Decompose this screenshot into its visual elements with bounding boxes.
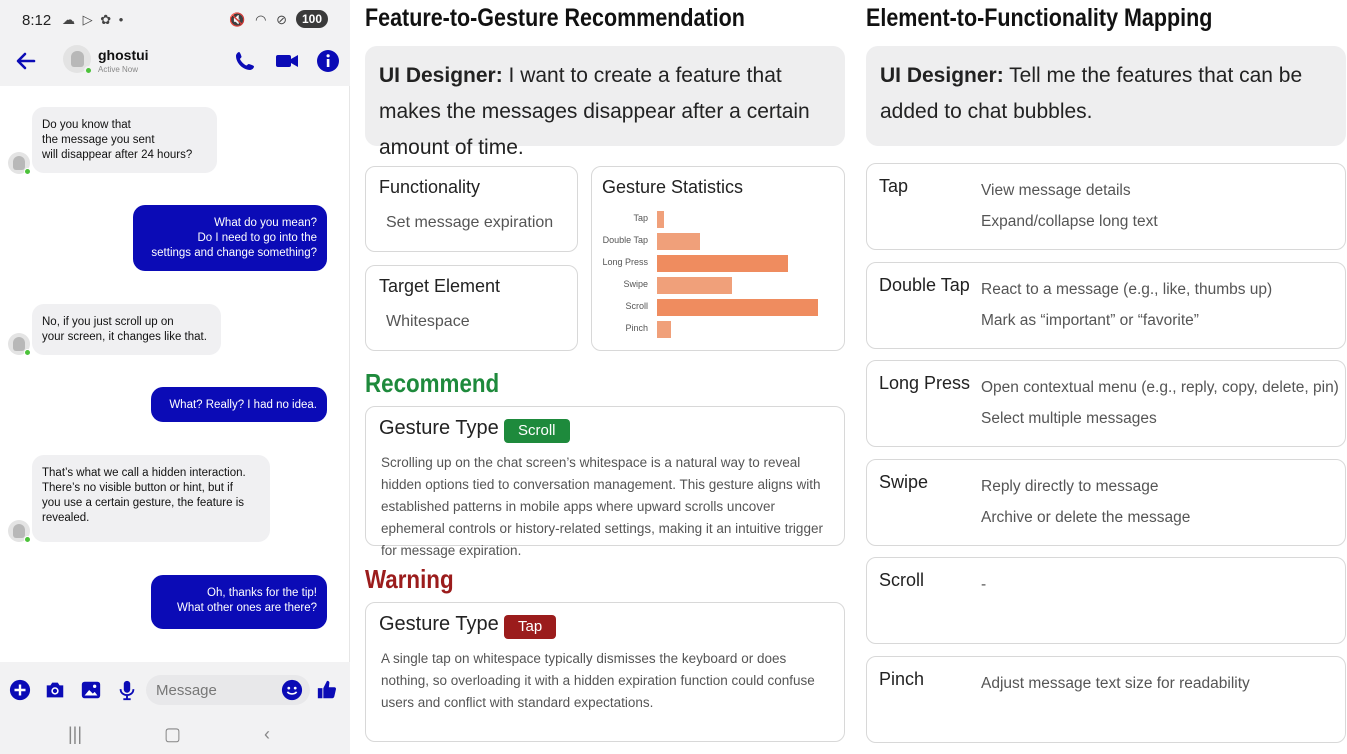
gesture-name: Scroll — [879, 570, 925, 590]
chart-tick-label: Long Press — [602, 257, 648, 267]
chart-bar — [657, 277, 732, 294]
feature-to-gesture-title: Feature-to-Gesture Recommendation — [365, 4, 745, 32]
recommend-gesture-badge: Scroll — [504, 419, 570, 443]
contact-avatar[interactable] — [63, 45, 93, 75]
gesture-name: Swipe — [879, 471, 929, 492]
ghost-avatar-icon — [13, 156, 25, 170]
gallery-icon[interactable] — [80, 679, 102, 701]
camera-icon[interactable] — [44, 679, 66, 701]
chart-bar — [657, 233, 701, 250]
video-call-icon[interactable] — [275, 49, 299, 73]
ghost-avatar-icon — [71, 51, 84, 67]
chart-tick-label: Swipe — [623, 279, 648, 289]
warning-gesture-badge: Tap — [504, 615, 557, 639]
functionality-title: Functionality — [379, 177, 481, 197]
battery-indicator: 100 — [295, 10, 328, 28]
target-element-value: Whitespace — [386, 313, 470, 330]
functionality-item: Archive or delete the message — [981, 508, 1191, 526]
functionality-item: React to a message (e.g., like, thumbs u… — [981, 280, 1273, 298]
message-bubble-incoming[interactable]: That’s what we call a hidden interaction… — [32, 455, 270, 542]
functionality-item: - — [981, 576, 987, 593]
gesture-statistics-title: Gesture Statistics — [602, 177, 744, 197]
warning-gesture-label: Gesture Type — [379, 613, 499, 635]
gesture-mapping-card: Tap View message details Expand/collapse l… — [866, 163, 1346, 250]
gesture-name: Double Tap — [879, 274, 970, 295]
contact-status: Active Now — [98, 65, 139, 74]
emoji-icon[interactable] — [281, 679, 303, 701]
recommend-card: Gesture Type Scroll Scrolling up on the … — [365, 406, 845, 558]
back-arrow-icon[interactable] — [14, 49, 38, 73]
ghost-avatar-icon — [13, 337, 25, 351]
gesture-mapping-card: Pinch Adjust message text size for readab… — [866, 655, 1346, 743]
sender-avatar — [8, 152, 31, 175]
gesture-mapping-card: Scroll - — [866, 557, 1346, 644]
functionality-item: Expand/collapse long text — [981, 213, 1158, 230]
warning-description: A single tap on whitespace typically dis… — [381, 651, 815, 710]
warning-card: Gesture Type Tap A single tap on whitesp… — [365, 602, 845, 742]
online-indicator — [24, 536, 31, 543]
gesture-name: Long Press — [879, 373, 971, 393]
recommend-heading: Recommend — [365, 368, 500, 398]
sender-avatar — [8, 333, 31, 356]
phone-call-icon[interactable] — [233, 49, 257, 73]
chart-bar — [657, 321, 672, 338]
contact-name[interactable]: ghostui — [98, 47, 149, 63]
online-indicator — [24, 349, 31, 356]
functionality-item: Reply directly to message — [981, 477, 1159, 495]
prompt-speaker: UI Designer: — [379, 64, 503, 87]
chart-bar — [657, 255, 788, 272]
designer-prompt-feature: UI Designer: I want to create a feature … — [365, 46, 845, 159]
chart-bar — [657, 211, 664, 228]
gesture-mapping-card: Long Press Open contextual menu (e.g., re… — [866, 360, 1346, 447]
target-element-title: Target Element — [379, 276, 501, 296]
recommend-description: Scrolling up on the chat screen’s whites… — [381, 455, 823, 558]
recommend-gesture-label: Gesture Type — [379, 417, 499, 439]
chat-header: ghostui Active Now — [0, 40, 350, 86]
functionality-card: Functionality Set message expiration — [365, 166, 578, 252]
functionality-item: Adjust message text size for readability — [981, 674, 1250, 692]
gesture-name: Pinch — [879, 668, 925, 689]
chart-tick-label: Scroll — [625, 301, 648, 311]
microphone-icon[interactable] — [116, 679, 138, 701]
system-status-icons: 🔇 ◠ ⊘ — [229, 12, 290, 27]
chart-tick-label: Double Tap — [602, 235, 648, 245]
designer-prompt-element: UI Designer: Tell me the features that c… — [866, 46, 1346, 146]
sender-avatar — [8, 520, 31, 543]
phone-screen: 8:12 ☁ ▷ ✿ • 🔇 ◠ ⊘ 100 ghostui Active No… — [0, 0, 350, 754]
message-bubble-incoming[interactable]: No, if you just scroll up on your screen… — [32, 304, 221, 355]
chart-tick-label: Tap — [633, 213, 648, 223]
status-bar: 8:12 ☁ ▷ ✿ • 🔇 ◠ ⊘ 100 — [0, 0, 350, 40]
info-icon[interactable] — [316, 49, 340, 73]
online-indicator — [24, 168, 31, 175]
message-bubble-outgoing[interactable]: What do you mean? Do I need to go into t… — [133, 205, 327, 271]
message-bubble-outgoing[interactable]: What? Really? I had no idea. — [151, 387, 327, 422]
status-time: 8:12 — [22, 12, 52, 29]
notification-icons: ☁ ▷ ✿ • — [62, 12, 126, 27]
functionality-value: Set message expiration — [386, 214, 554, 231]
system-nav-bar: ||| ▢ ‹ — [0, 720, 350, 754]
gesture-statistics-card: Gesture Statistics Tap Double Tap Long Pre… — [591, 166, 845, 351]
add-plus-icon[interactable] — [9, 679, 31, 701]
functionality-item: Mark as “important” or “favorite” — [981, 311, 1199, 329]
chart-tick-label: Pinch — [625, 323, 648, 333]
prompt-speaker: UI Designer: — [880, 64, 1004, 87]
message-bubble-outgoing[interactable]: Oh, thanks for the tip! What other ones … — [151, 575, 327, 629]
system-back-icon[interactable]: ‹ — [264, 724, 270, 745]
functionality-item: Open contextual menu (e.g., reply, copy,… — [981, 379, 1339, 396]
gesture-mapping-card: Double Tap React to a message (e.g., like… — [866, 261, 1346, 349]
warning-heading: Warning — [365, 564, 454, 594]
element-to-functionality-title: Element-to-Functionality Mapping — [866, 4, 1213, 32]
gesture-name: Tap — [879, 176, 909, 196]
target-element-card: Target Element Whitespace — [365, 265, 578, 351]
online-indicator — [84, 66, 93, 75]
ghost-avatar-icon — [13, 524, 25, 538]
message-bubble-incoming[interactable]: Do you know that the message you sent wi… — [32, 107, 217, 173]
functionality-item: Select multiple messages — [981, 410, 1157, 427]
home-icon[interactable]: ▢ — [164, 724, 181, 745]
thumbs-up-icon[interactable] — [316, 679, 338, 701]
gesture-mapping-card: Swipe Reply directly to message Archive or… — [866, 458, 1346, 546]
chart-bar — [657, 299, 818, 316]
recent-apps-icon[interactable]: ||| — [68, 724, 82, 745]
functionality-item: View message details — [981, 182, 1131, 199]
